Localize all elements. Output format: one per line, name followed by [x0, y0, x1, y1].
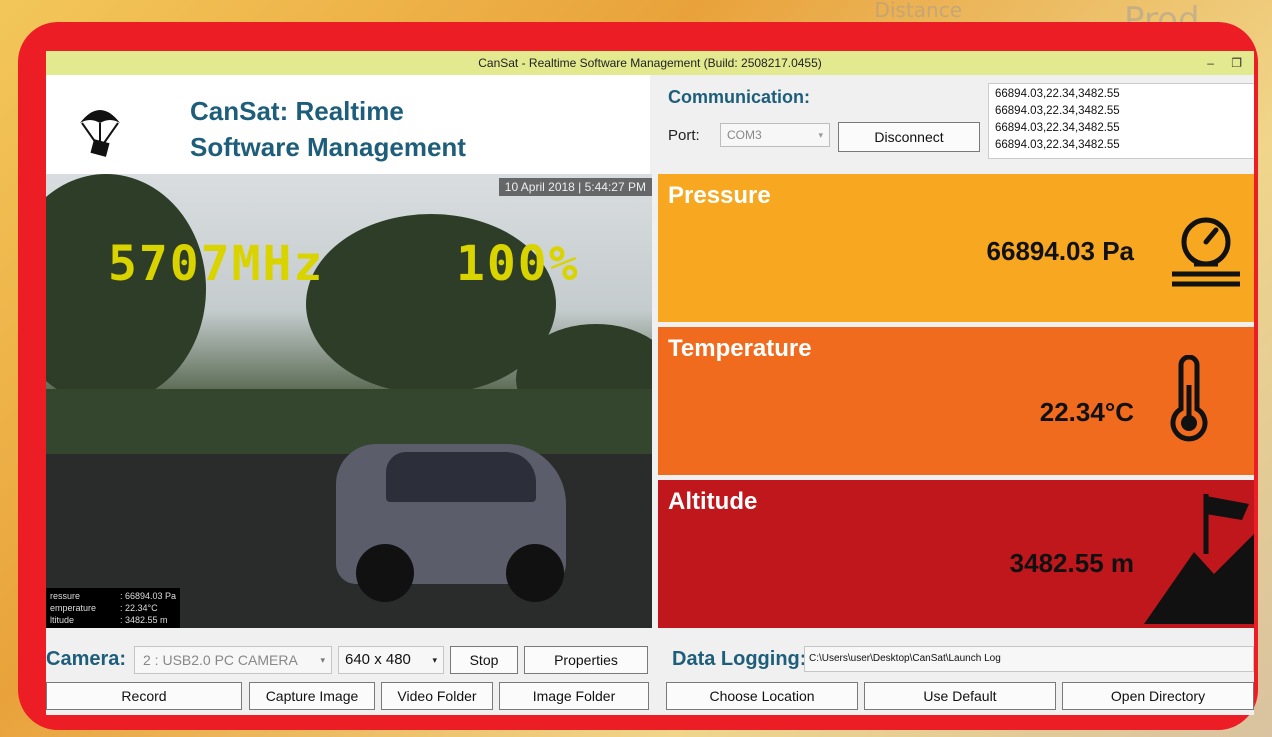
resolution-value: 640 x 480	[345, 651, 411, 668]
app-title-line2: Software Management	[190, 132, 466, 162]
camera-select[interactable]: 2 : USB2.0 PC CAMERA ▾	[134, 646, 332, 674]
osd-signal: 100%	[456, 236, 580, 292]
overlay-row: emperature: 22.34°C	[50, 603, 158, 613]
resolution-select[interactable]: 640 x 480 ▾	[338, 646, 444, 674]
overlay-row: ltitude: 3482.55 m	[50, 615, 168, 625]
temperature-title: Temperature	[668, 335, 812, 362]
stop-button[interactable]: Stop	[450, 646, 518, 674]
log-line: 66894.03,22.34,3482.55	[995, 88, 1120, 100]
car-wheel	[506, 544, 564, 602]
overlay-row: ressure: 66894.03 Pa	[50, 591, 177, 601]
title-bar: CanSat - Realtime Software Management (B…	[46, 51, 1254, 75]
open-directory-button[interactable]: Open Directory	[1062, 682, 1254, 710]
pressure-title: Pressure	[668, 182, 771, 209]
capture-image-button[interactable]: Capture Image	[249, 682, 375, 710]
chevron-down-icon: ▾	[432, 655, 437, 665]
communication-panel: Communication: Port: COM3 ▾ Disconnect 6…	[658, 75, 1254, 174]
app-window: CanSat - Realtime Software Management (B…	[46, 51, 1254, 715]
window-controls: – ❐	[1193, 51, 1242, 75]
temperature-card: Temperature 22.34°C	[658, 327, 1254, 475]
log-line: 66894.03,22.34,3482.55	[995, 122, 1120, 134]
background-text-distance: Distance	[874, 0, 962, 22]
altitude-value: 3482.55 m	[1009, 548, 1134, 578]
hedge	[46, 389, 652, 459]
data-logging-label: Data Logging:	[672, 648, 807, 670]
restore-button[interactable]: ❐	[1231, 56, 1242, 70]
altitude-card: Altitude 3482.55 m	[658, 480, 1254, 628]
log-line: 66894.03,22.34,3482.55	[995, 105, 1120, 117]
record-button[interactable]: Record	[46, 682, 242, 710]
altitude-title: Altitude	[668, 488, 758, 515]
gauge-icon	[1166, 212, 1246, 297]
car-window	[386, 452, 536, 502]
image-folder-button[interactable]: Image Folder	[499, 682, 649, 710]
overlay-readings: ressure: 66894.03 Pa emperature: 22.34°C…	[46, 588, 181, 628]
disconnect-button[interactable]: Disconnect	[838, 122, 980, 152]
temperature-value: 22.34°C	[1039, 397, 1134, 427]
log-path-field[interactable]: C:\Users\user\Desktop\CanSat\Launch Log	[804, 646, 1254, 672]
serial-log[interactable]: 66894.03,22.34,3482.55 66894.03,22.34,34…	[988, 83, 1254, 159]
osd-frequency: 5707MHz	[108, 236, 325, 292]
car-wheel	[356, 544, 414, 602]
app-title: CanSat: Realtime Software Management	[190, 93, 466, 165]
window-title: CanSat - Realtime Software Management (B…	[478, 56, 822, 70]
port-value: COM3	[727, 128, 762, 142]
thermometer-icon	[1164, 354, 1214, 450]
camera-label: Camera:	[46, 648, 127, 670]
app-title-line1: CanSat: Realtime	[190, 96, 404, 126]
video-timestamp: 10 April 2018 | 5:44:27 PM	[498, 178, 652, 196]
chevron-down-icon: ▾	[818, 130, 823, 140]
parachute-icon	[76, 103, 124, 164]
camera-device: 2 : USB2.0 PC CAMERA	[143, 652, 298, 668]
properties-button[interactable]: Properties	[524, 646, 648, 674]
communication-title: Communication:	[668, 87, 810, 107]
pressure-card: Pressure 66894.03 Pa	[658, 174, 1254, 322]
camera-feed: 5707MHz 100% 10 April 2018 | 5:44:27 PM …	[46, 174, 652, 628]
chevron-down-icon: ▾	[320, 655, 325, 665]
header-panel: CanSat: Realtime Software Management	[46, 75, 650, 174]
port-label: Port:	[668, 127, 700, 144]
minimize-button[interactable]: –	[1207, 56, 1214, 70]
mountain-flag-icon	[1144, 494, 1254, 629]
port-select[interactable]: COM3 ▾	[720, 123, 830, 147]
choose-location-button[interactable]: Choose Location	[666, 682, 858, 710]
log-line: 66894.03,22.34,3482.55	[995, 139, 1120, 151]
pressure-value: 66894.03 Pa	[986, 236, 1134, 266]
video-folder-button[interactable]: Video Folder	[381, 682, 493, 710]
use-default-button[interactable]: Use Default	[864, 682, 1056, 710]
